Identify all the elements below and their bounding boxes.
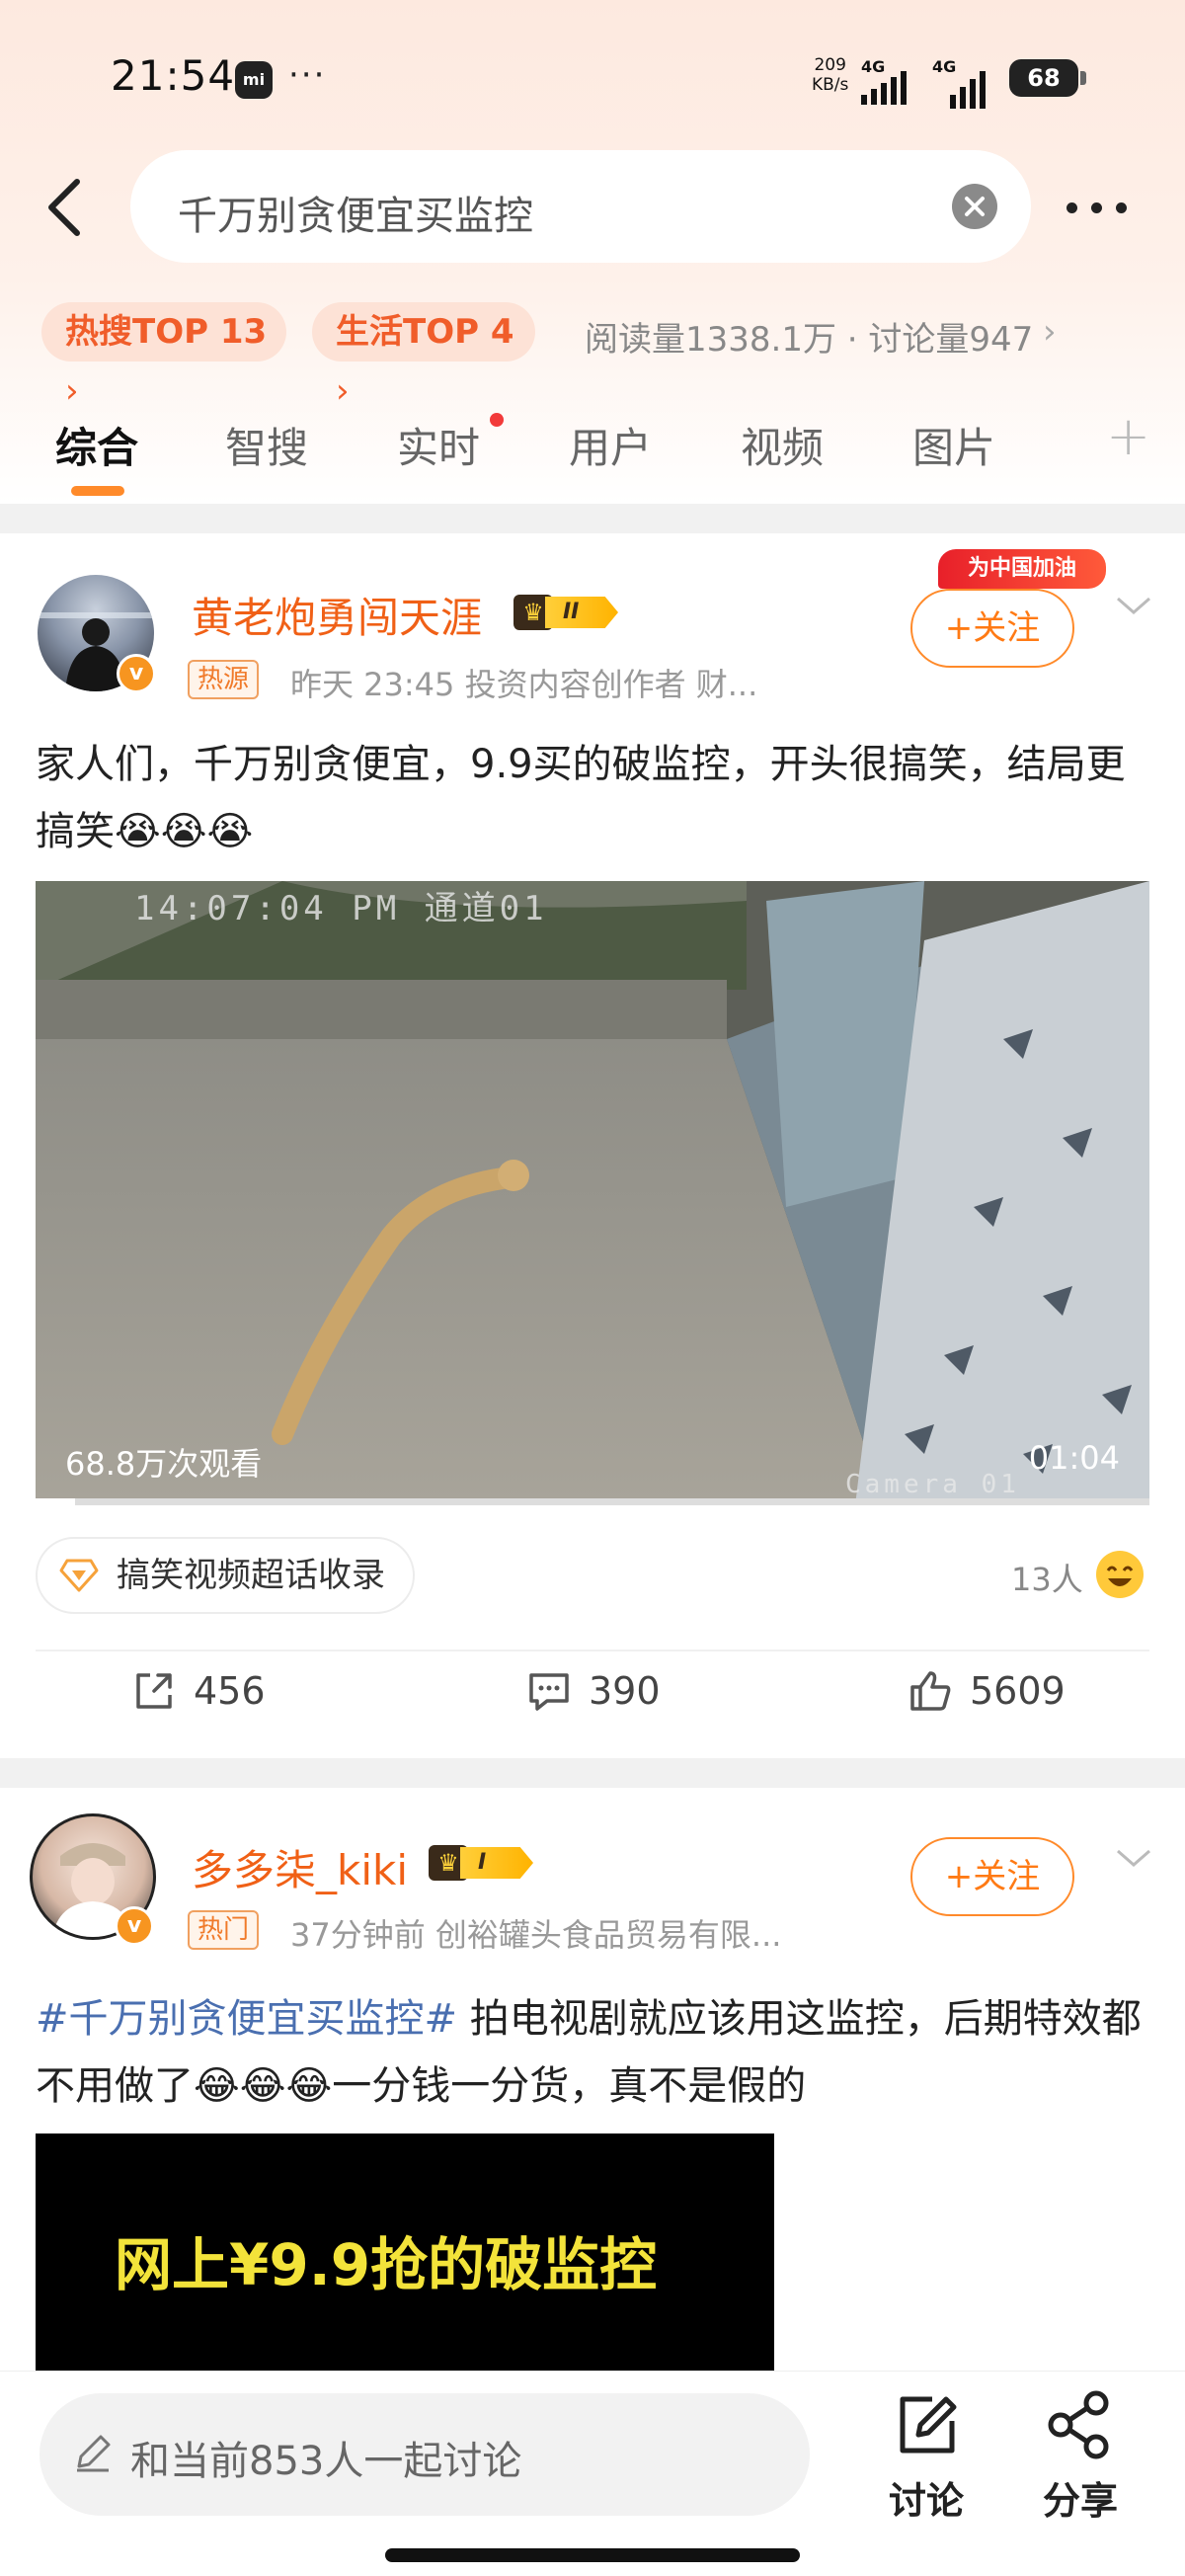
discussion-input[interactable]: 和当前853人一起讨论 (40, 2393, 810, 2516)
verified-badge-icon: v (115, 1906, 154, 1946)
verified-badge-icon: v (117, 654, 156, 693)
username[interactable]: 黄老炮勇闯天涯 (192, 585, 482, 645)
username[interactable]: 多多柒_kiki (192, 1837, 408, 1897)
tab-comprehensive[interactable]: 综合 (55, 415, 138, 475)
add-tab-icon[interactable]: + (1106, 405, 1150, 467)
new-dot-indicator (490, 413, 504, 427)
source-tag: 热源 (188, 660, 260, 699)
discuss-label: 讨论 (888, 2479, 964, 2523)
network-speed: 209 KB/s (812, 55, 848, 95)
share-button[interactable]: 分享 (1021, 2389, 1140, 2525)
supertopic-chip[interactable]: 搞笑视频超话收录 (36, 1537, 415, 1614)
tab-images[interactable]: 图片 (912, 415, 995, 475)
repost-button[interactable]: 456 (136, 1669, 266, 1713)
network-speed-unit: KB/s (812, 75, 849, 95)
back-arrow-icon (48, 179, 80, 236)
laughing-emoji-icon[interactable] (1096, 1551, 1144, 1598)
divider (36, 1650, 1149, 1651)
hot-search-rank-label: 热搜TOP 13 (65, 312, 268, 352)
more-options-button[interactable] (1066, 188, 1146, 227)
supertopic-label: 搞笑视频超话收录 (117, 1556, 385, 1595)
image-caption: 网上¥9.9抢的破监控 (115, 2231, 658, 2298)
vip-level-icon: ♛ II (514, 593, 622, 632)
follow-button[interactable]: +关注 (910, 589, 1074, 668)
like-count: 5609 (970, 1669, 1066, 1713)
discussion-placeholder: 和当前853人一起讨论 (130, 2439, 522, 2484)
search-bar[interactable]: 千万别贪便宜买监控 (130, 150, 1031, 263)
close-icon (965, 197, 985, 216)
more-notifications-icon: ··· (288, 55, 327, 95)
bottom-bar: 和当前853人一起讨论 讨论 分享 (0, 2371, 1185, 2576)
vip-level-label: II (545, 597, 618, 628)
post-text: 家人们，千万别贪便宜，9.9买的破监控，开头很搞笑，结局更搞笑😭😭😭 (36, 742, 1126, 854)
like-button[interactable]: 5609 (910, 1669, 1066, 1713)
tab-smart-search[interactable]: 智搜 (225, 415, 308, 475)
post-image[interactable]: 网上¥9.9抢的破监控 (36, 2133, 774, 2371)
view-count: 68.8万次观看 (65, 1445, 263, 1483)
status-time: 21:54 (111, 51, 236, 100)
thumbs-up-icon (910, 1671, 951, 1711)
share-label: 分享 (1042, 2479, 1118, 2523)
clear-search-button[interactable] (952, 184, 997, 229)
search-input[interactable]: 千万别贪便宜买监控 (178, 184, 533, 241)
network-speed-value: 209 (814, 55, 846, 75)
comment-count: 390 (589, 1669, 661, 1713)
chevron-right-icon: › (1043, 312, 1057, 352)
repost-count: 456 (194, 1669, 266, 1713)
pencil-icon (77, 2435, 111, 2472)
campaign-badge: 为中国加油 (938, 549, 1106, 589)
vip-level-label: I (460, 1847, 533, 1879)
tab-video[interactable]: 视频 (741, 415, 824, 475)
post-meta: 37分钟前 创裕罐头食品贸易有限... (290, 1916, 782, 1954)
video-player[interactable]: 14:07:04 PM 通道01 Camera 01 68.8万次观看 01:0… (36, 881, 1149, 1505)
comment-icon (529, 1673, 569, 1711)
post-text: #千万别贪便宜买监控# 拍电视剧就应该用这监控，后期特效都不用做了😂😂😂一分钱一… (36, 1985, 1151, 2120)
post-meta: 昨天 23:45 投资内容创作者 财... (290, 666, 758, 703)
vip-level-icon: ♛ I (429, 1843, 537, 1883)
mi-app-icon: mi (235, 61, 273, 99)
edit-square-icon (900, 2396, 957, 2454)
battery-icon: 68 (1009, 59, 1086, 97)
hot-tag: 热门 (188, 1910, 260, 1950)
hashtag-link[interactable]: #千万别贪便宜买监控# (36, 1996, 457, 2042)
chevron-down-icon[interactable] (1114, 1843, 1153, 1873)
diamond-icon (59, 1559, 99, 1592)
section-divider (0, 504, 1185, 533)
repost-icon (136, 1673, 172, 1709)
follow-button[interactable]: +关注 (910, 1837, 1074, 1916)
tab-users[interactable]: 用户 (569, 415, 652, 475)
discuss-button[interactable]: 讨论 (867, 2389, 986, 2525)
comment-button[interactable]: 390 (529, 1669, 661, 1713)
share-icon (1048, 2390, 1109, 2459)
status-bar: 21:54 mi ··· 209 KB/s 4G 4G 68 (0, 0, 1185, 158)
chevron-down-icon[interactable] (1114, 591, 1153, 620)
video-thumbnail (36, 881, 1149, 1505)
tab-realtime[interactable]: 实时 (397, 415, 480, 475)
life-rank-label: 生活TOP 4 (336, 312, 514, 352)
camera-timestamp-overlay: 14:07:04 PM 通道01 (134, 889, 548, 928)
camera-label-overlay: Camera 01 (845, 1470, 1020, 1499)
home-indicator[interactable] (385, 2548, 800, 2562)
back-button[interactable] (41, 178, 91, 237)
reaction-count: 13人 (1011, 1561, 1083, 1598)
section-divider (0, 1758, 1185, 1788)
active-tab-indicator (71, 486, 124, 496)
life-rank-chip[interactable]: 生活TOP 4 › (312, 302, 535, 411)
hot-search-rank-chip[interactable]: 热搜TOP 13 › (41, 302, 286, 411)
topic-stats[interactable]: 阅读量1338.1万 · 讨论量947 (585, 312, 1033, 361)
result-tabs: 综合 智搜 实时 用户 视频 图片 + (0, 405, 1185, 504)
video-duration: 01:04 (1028, 1439, 1120, 1477)
